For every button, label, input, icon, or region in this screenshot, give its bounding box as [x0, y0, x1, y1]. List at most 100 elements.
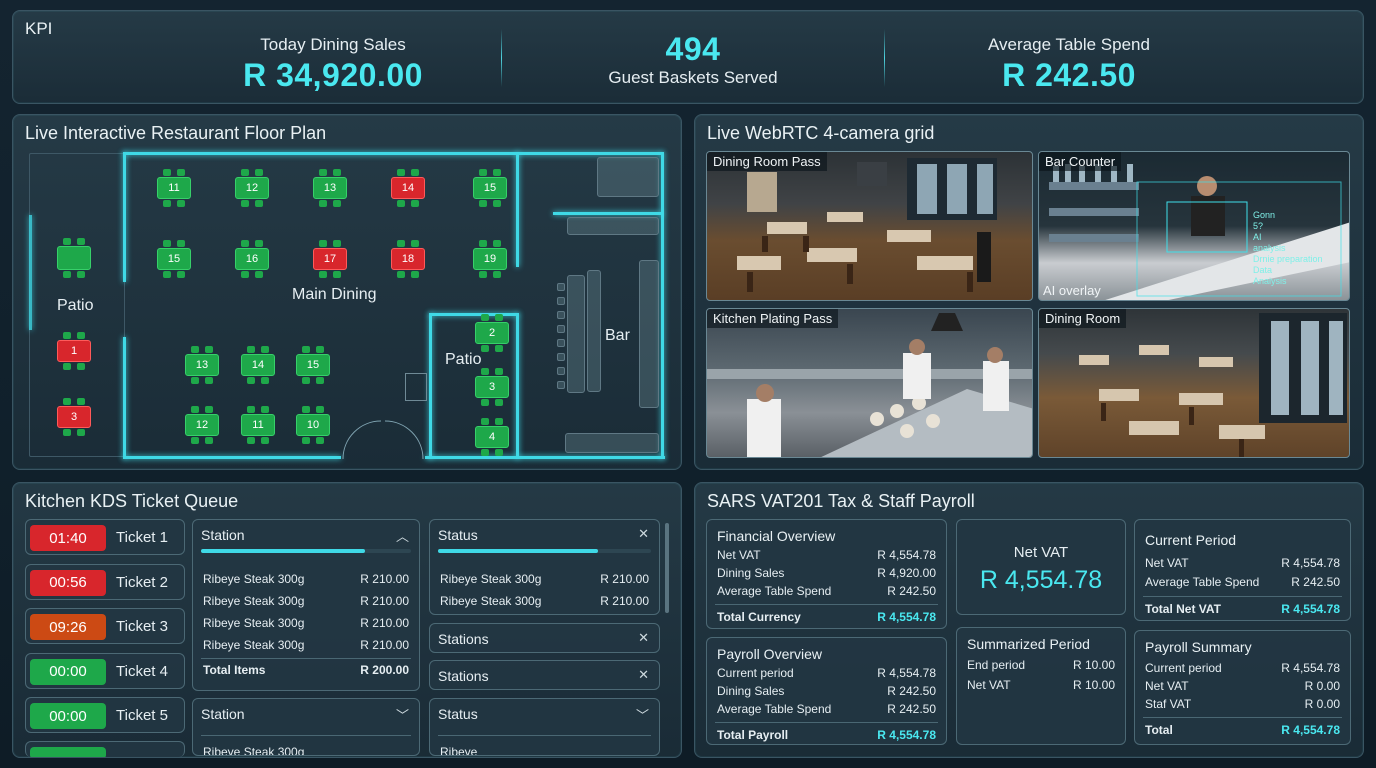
stations-filter[interactable]: Stations ✕: [429, 623, 660, 653]
station-column[interactable]: Station ︿ Ribeye Steak 300g R 210.00 Ribey…: [192, 519, 420, 691]
table-t16[interactable]: 16: [235, 248, 269, 270]
table-chair: [479, 169, 487, 176]
kds-scrollbar[interactable]: [665, 523, 669, 613]
table-t18[interactable]: 18: [391, 248, 425, 270]
row-item: Ribeye Steak 300g: [203, 616, 305, 630]
row-value: R 242.50: [887, 684, 936, 698]
ai-text-line: 5?: [1253, 221, 1264, 231]
ticket-card[interactable]: 09:26 Ticket 3: [25, 608, 185, 644]
main-dining-label: Main Dining: [292, 286, 377, 303]
row-label: Dining Sales: [717, 684, 785, 698]
card-row: Net VAT R 10.00: [967, 678, 1115, 692]
table-t12b[interactable]: 12: [185, 414, 219, 436]
card-total-row: Total Currency R 4,554.78: [717, 610, 936, 624]
table-t15c[interactable]: 15: [296, 354, 330, 376]
table-i4[interactable]: 4: [475, 426, 509, 448]
collapse-chevron-up-icon[interactable]: ︿: [396, 526, 409, 545]
table-chair: [261, 346, 269, 353]
kpi-divider: [501, 29, 502, 87]
row-item: Ribeye Steak 300g: [203, 638, 305, 652]
close-icon[interactable]: ✕: [638, 630, 649, 646]
table-t14a[interactable]: 14: [391, 177, 425, 199]
table-chair: [493, 271, 501, 278]
table-t14b[interactable]: 14: [241, 354, 275, 376]
ticket-card[interactable]: 00:00 Ticket 5: [25, 697, 185, 733]
bar-shelf: [565, 433, 659, 453]
station-row: Ribeye Steak 300g R 210.00: [203, 572, 409, 586]
kpi-panel: KPI Today Dining Sales R 34,920.00 494 G…: [12, 10, 1364, 104]
row-value: R 10.00: [1072, 658, 1115, 672]
table-t15a[interactable]: 15: [473, 177, 507, 199]
table-t11a[interactable]: 11: [157, 177, 191, 199]
table-chair: [63, 429, 71, 436]
table-chair: [479, 271, 487, 278]
table-chair: [191, 437, 199, 444]
card-row: Average Table Spend R 242.50: [1145, 575, 1340, 589]
table-chair: [205, 437, 213, 444]
table-chair: [333, 240, 341, 247]
table-i3[interactable]: 3: [475, 376, 509, 398]
table-chair: [63, 238, 71, 245]
floor-plan-title: Live Interactive Restaurant Floor Plan: [25, 123, 327, 143]
ticket-card-partial[interactable]: [25, 741, 185, 757]
table-chair: [63, 363, 71, 370]
table-t17[interactable]: 17: [313, 248, 347, 270]
close-icon[interactable]: ✕: [638, 526, 649, 542]
table-chair: [205, 346, 213, 353]
table-chair: [63, 271, 71, 278]
table-chair: [241, 240, 249, 247]
table-chair: [411, 169, 419, 176]
chevron-down-icon[interactable]: ﹀: [396, 705, 409, 724]
vat-payroll-panel: SARS VAT201 Tax & Staff Payroll Financia…: [694, 482, 1364, 758]
camera-kitchen-plating-pass[interactable]: Kitchen Plating Pass: [706, 308, 1033, 458]
station-column-2[interactable]: Station ﹀ Ribeye Steak 300g: [192, 698, 420, 756]
camera-dining-room-pass[interactable]: Dining Room Pass: [706, 151, 1033, 301]
row-label: Average Table Spend: [717, 702, 832, 716]
table-chair: [255, 271, 263, 278]
table-t13b[interactable]: 13: [185, 354, 219, 376]
ticket-card[interactable]: 00:00 Ticket 4: [25, 652, 185, 689]
stations-filter[interactable]: Stations ✕: [429, 660, 660, 690]
table-t11b[interactable]: 11: [241, 414, 275, 436]
table-t15b[interactable]: 15: [157, 248, 191, 270]
row-label: Average Table Spend: [1145, 575, 1260, 589]
payroll-overview-card: Payroll Overview Current period R 4,554.78…: [706, 637, 947, 745]
ticket-card[interactable]: 01:40 Ticket 1: [25, 519, 185, 555]
table-p1[interactable]: 1: [57, 340, 91, 362]
total-value: R 4,554.78: [1281, 602, 1340, 616]
camera-dining-room[interactable]: Dining Room: [1038, 308, 1350, 458]
table-t19[interactable]: 19: [473, 248, 507, 270]
card-row: Average Table Spend R 242.50: [717, 702, 936, 716]
table-chair: [495, 418, 503, 425]
row-label: Current period: [1145, 661, 1222, 675]
row-value: R 4,554.78: [877, 548, 936, 562]
camera-bar-counter[interactable]: Bar Counter AI overlay Gonn 5? AI analysis D…: [1038, 151, 1350, 301]
status-column-2[interactable]: Status ﹀ Ribeye: [429, 698, 660, 756]
current-period-card: Current Period Net VAT R 4,554.78 Average T…: [1134, 519, 1351, 621]
patio-table[interactable]: [57, 246, 91, 270]
ticket-label: Ticket 5: [116, 707, 168, 724]
ai-text-line: AI: [1253, 232, 1262, 242]
ticket-card[interactable]: 00:56 Ticket 2: [25, 563, 185, 600]
financial-overview-card: Financial Overview Net VAT R 4,554.78 Dinin…: [706, 519, 947, 629]
card-row: Net VAT R 4,554.78: [1145, 556, 1340, 570]
status-column[interactable]: Status ✕ Ribeye Steak 300g R 210.00 Ribeye…: [429, 519, 660, 615]
vat-title: SARS VAT201 Tax & Staff Payroll: [707, 491, 975, 511]
wall: [661, 152, 664, 459]
table-t12a[interactable]: 12: [235, 177, 269, 199]
table-p3[interactable]: 3: [57, 406, 91, 428]
table-i2[interactable]: 2: [475, 322, 509, 344]
bar-counter: [567, 275, 585, 393]
table-chair: [481, 418, 489, 425]
card-row: Dining Sales R 4,920.00: [717, 566, 936, 580]
table-t13a[interactable]: 13: [313, 177, 347, 199]
table-t10[interactable]: 10: [296, 414, 330, 436]
wall: [123, 337, 126, 459]
station-header: Station: [201, 527, 245, 543]
net-vat-label: Net VAT: [1013, 544, 1069, 561]
table-chair: [261, 437, 269, 444]
summarized-period-card: Summarized Period End period R 10.00 Net VA…: [956, 627, 1126, 745]
chevron-down-icon[interactable]: ﹀: [636, 705, 649, 724]
close-icon[interactable]: ✕: [638, 667, 649, 683]
row-label: End period: [967, 658, 1026, 672]
